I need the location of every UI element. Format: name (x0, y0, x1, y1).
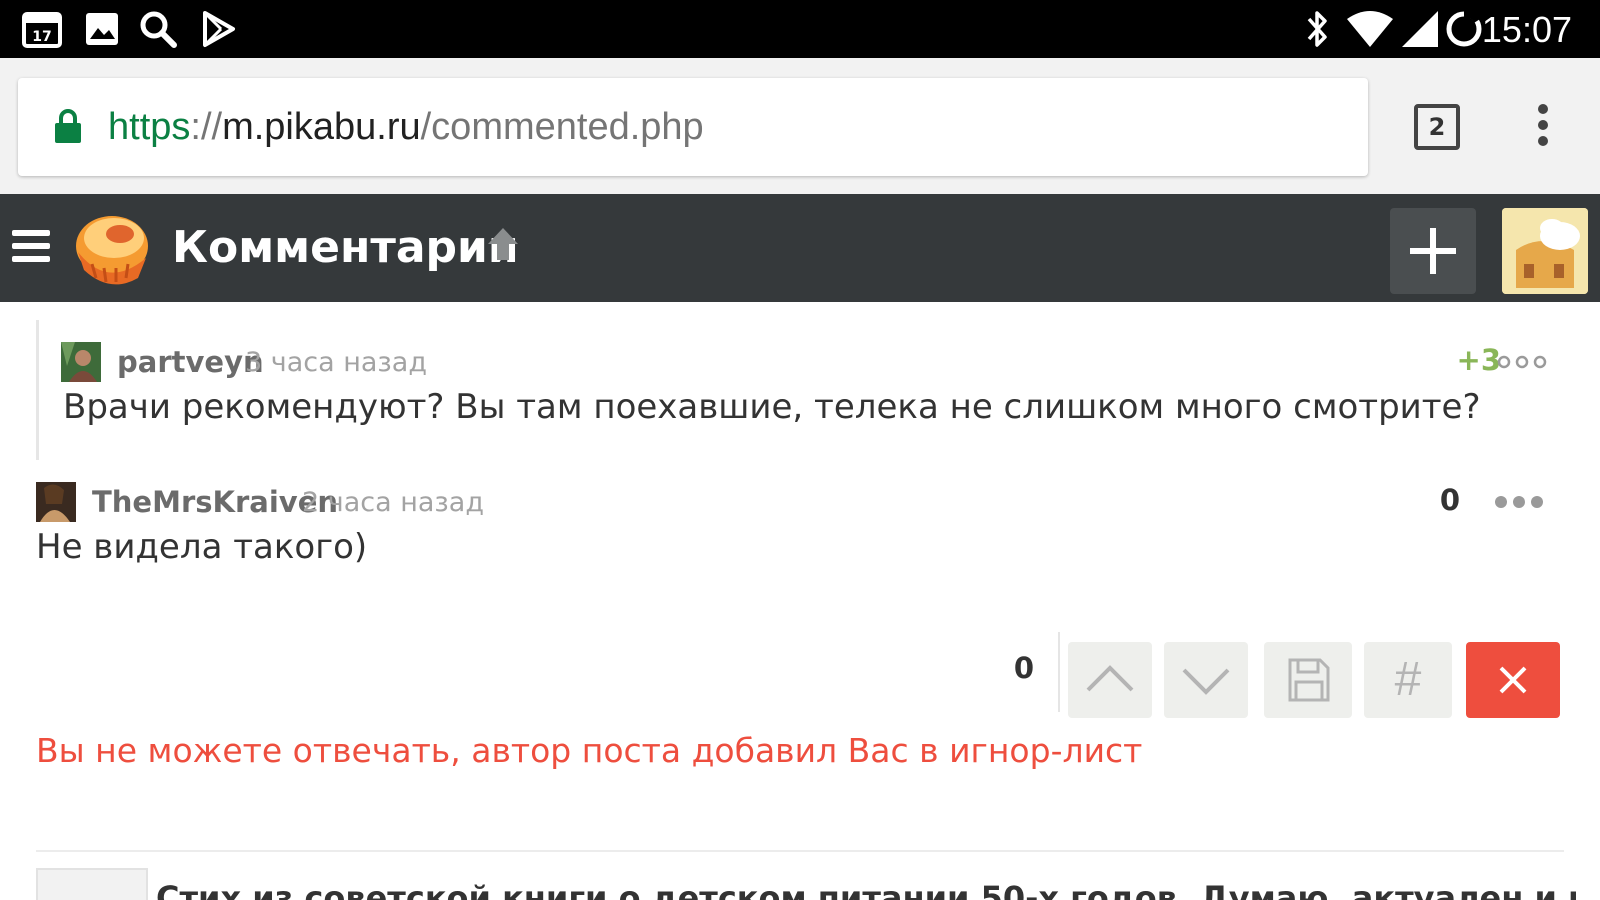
calendar-icon: 17 (20, 8, 64, 50)
link-button[interactable]: # (1364, 642, 1452, 718)
calendar-day: 17 (32, 29, 51, 45)
battery-icon (1442, 8, 1486, 50)
image-icon (80, 8, 124, 50)
upvote-button[interactable] (1068, 642, 1152, 718)
more-options-icon[interactable] (1497, 354, 1547, 369)
comments-feed: partveyn 3 часа назад +3 Врачи рекоменду… (0, 302, 1600, 900)
comment-time: 3 часа назад (245, 347, 427, 378)
next-post-preview[interactable]: Стих из советской книги о детском питани… (36, 868, 1576, 900)
search-icon (136, 8, 180, 50)
url-scheme: https (108, 106, 191, 148)
address-bar[interactable]: https://m.pikabu.ru/commented.php (18, 78, 1368, 176)
url-path: /commented.php (420, 106, 704, 148)
post-title[interactable]: Стих из советской книги о детском питани… (156, 878, 1576, 900)
save-button[interactable] (1264, 642, 1352, 718)
comment-text: Врачи рекомендуют? Вы там поехавшие, тел… (63, 387, 1481, 427)
lock-icon (54, 108, 82, 144)
more-options-icon[interactable] (1494, 494, 1544, 508)
signal-icon (1398, 8, 1442, 50)
hamburger-menu-icon[interactable] (12, 230, 50, 262)
status-bar: 17 15:07 (0, 0, 1600, 58)
hash-icon: # (1394, 653, 1422, 706)
url-host: m.pikabu.ru (222, 106, 421, 148)
wifi-icon (1344, 8, 1396, 50)
comment-rating: +3 (1456, 343, 1501, 377)
overflow-menu-icon[interactable] (1528, 104, 1558, 150)
url-text: https://m.pikabu.ru/commented.php (108, 102, 704, 152)
comment-rating: 0 (1439, 483, 1460, 517)
reply-error-message: Вы не можете отвечать, автор поста добав… (36, 731, 1143, 770)
pikabu-logo[interactable] (68, 208, 152, 288)
arrow-up-icon[interactable] (484, 224, 522, 264)
page-title: Комментарии (172, 222, 519, 273)
comment-time: 2 часа назад (302, 487, 484, 518)
comment-score: 0 (1013, 651, 1035, 685)
comment-text: Не видела такого) (36, 527, 368, 567)
comment: partveyn 3 часа назад +3 Врачи рекоменду… (36, 320, 1576, 460)
commenter-avatar[interactable] (61, 342, 101, 382)
browser-toolbar: https://m.pikabu.ru/commented.php 2 (0, 58, 1600, 194)
play-store-icon (196, 8, 240, 50)
downvote-button[interactable] (1164, 642, 1248, 718)
url-separator: :// (190, 106, 223, 148)
post-divider (36, 850, 1564, 852)
close-button[interactable] (1466, 642, 1560, 718)
user-avatar[interactable] (1502, 208, 1588, 294)
clock-time: 15:07 (1481, 9, 1572, 50)
add-post-button[interactable] (1390, 208, 1476, 294)
comment-username[interactable]: partveyn (117, 342, 264, 382)
site-header: Комментарии (0, 194, 1600, 302)
bluetooth-icon (1296, 8, 1340, 50)
commenter-avatar[interactable] (36, 482, 76, 522)
tab-switcher-button[interactable]: 2 (1414, 104, 1460, 150)
post-thumbnail[interactable] (36, 868, 148, 900)
